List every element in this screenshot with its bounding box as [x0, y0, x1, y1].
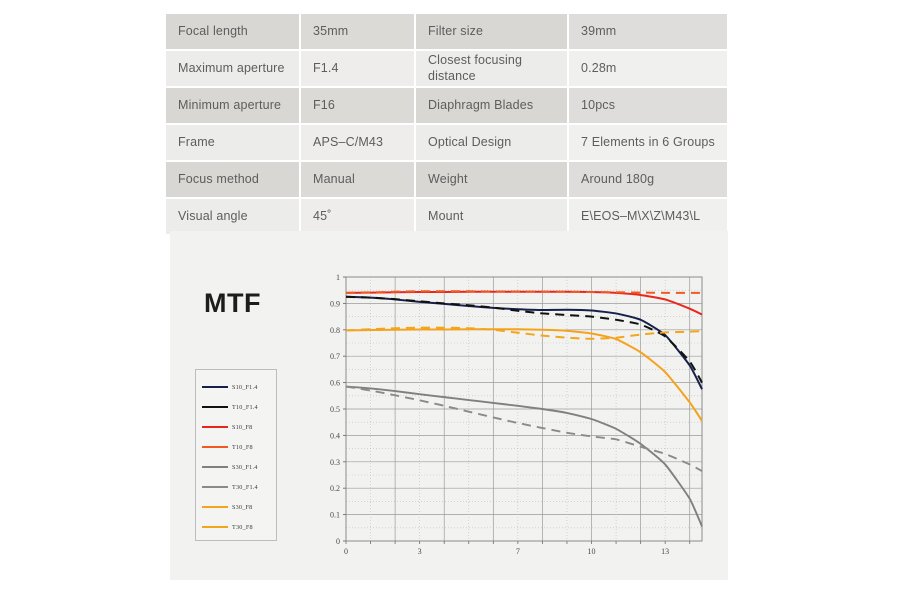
legend-item: S30_F8: [196, 497, 276, 517]
legend-swatch-s10-f1-4: [202, 386, 228, 388]
y-axis-tick-label: 0.7: [330, 352, 340, 361]
spec-value: 0.28m: [568, 50, 727, 87]
spec-label: Focus method: [166, 161, 301, 198]
y-axis-tick-label: 0.3: [330, 458, 340, 467]
y-axis-tick-label: 0.9: [330, 299, 340, 308]
spec-label: Closest focusing distance: [415, 50, 569, 87]
legend-item: T10_F1.4: [196, 397, 276, 417]
table-row: Minimum aperture F16 Diaphragm Blades 10…: [166, 87, 727, 124]
table-row: Frame APS–C/M43 Optical Design 7 Element…: [166, 124, 727, 161]
legend-label: S10_F8: [232, 423, 253, 431]
spec-label: Frame: [166, 124, 301, 161]
x-axis-tick-label: 0: [344, 547, 348, 556]
legend-swatch-t10-f8: [202, 446, 228, 448]
spec-label: Maximum aperture: [166, 50, 301, 87]
spec-value: F1.4: [300, 50, 416, 87]
legend-label: S30_F8: [232, 503, 253, 511]
y-axis-tick-label: 0.2: [330, 484, 340, 493]
legend-item: T30_F1.4: [196, 477, 276, 497]
legend-item: S30_F1.4: [196, 457, 276, 477]
legend-label: T10_F8: [232, 443, 253, 451]
y-axis-tick-label: 0.5: [330, 405, 340, 414]
mtf-chart-panel: MTF S10_F1.4 T10_F1.4 S10_F8 T10_F8 S30_F1.4…: [170, 231, 728, 580]
spec-value: 45˚: [300, 198, 416, 234]
y-axis-tick-label: 0.6: [330, 379, 340, 388]
spec-label: Focal length: [166, 14, 301, 50]
legend-item: T10_F8: [196, 437, 276, 457]
legend-label: S10_F1.4: [232, 383, 258, 391]
legend-swatch-t30-f8: [202, 526, 228, 528]
y-axis-tick-label: 0.8: [330, 326, 340, 335]
legend-swatch-t30-f1-4: [202, 486, 228, 488]
spec-label: Minimum aperture: [166, 87, 301, 124]
x-axis-tick-label: 7: [516, 547, 520, 556]
legend-label: T30_F8: [232, 523, 253, 531]
table-row: Maximum aperture F1.4 Closest focusing d…: [166, 50, 727, 87]
spec-label: Weight: [415, 161, 569, 198]
specification-table: Focal length 35mm Filter size 39mm Maxim…: [166, 14, 727, 234]
x-axis-tick-label: 10: [588, 547, 596, 556]
table-row: Visual angle 45˚ Mount E\EOS–M\X\Z\M43\L: [166, 198, 727, 234]
table-row: Focus method Manual Weight Around 180g: [166, 161, 727, 198]
legend-swatch-s30-f1-4: [202, 466, 228, 468]
legend-item: S10_F8: [196, 417, 276, 437]
legend-label: T10_F1.4: [232, 403, 258, 411]
y-axis-tick-label: 0.1: [330, 511, 340, 520]
y-axis-tick-label: 0: [336, 537, 340, 546]
spec-label: Optical Design: [415, 124, 569, 161]
mtf-line-chart: 00.10.20.30.40.50.60.70.80.910 3 7 10 13: [330, 273, 703, 556]
legend-label: S30_F1.4: [232, 463, 258, 471]
legend-swatch-s10-f8: [202, 426, 228, 428]
spec-value: 10pcs: [568, 87, 727, 124]
table-row: Focal length 35mm Filter size 39mm: [166, 14, 727, 50]
spec-value: Manual: [300, 161, 416, 198]
spec-value: 7 Elements in 6 Groups: [568, 124, 727, 161]
spec-value: 35mm: [300, 14, 416, 50]
spec-label: Diaphragm Blades: [415, 87, 569, 124]
spec-label: Mount: [415, 198, 569, 234]
legend-item: T30_F8: [196, 517, 276, 537]
x-axis-tick-label: 3: [418, 547, 422, 556]
spec-value: APS–C/M43: [300, 124, 416, 161]
chart-legend: S10_F1.4 T10_F1.4 S10_F8 T10_F8 S30_F1.4 T30_…: [195, 369, 277, 541]
mtf-plot-area: 0 0.1 0.2 0.3 0.4 0.5 0.6 0.7 0.8 0.9 1 0 3 7 10 13: [310, 267, 710, 567]
legend-swatch-t10-f1-4: [202, 406, 228, 408]
spec-label: Filter size: [415, 14, 569, 50]
spec-value: E\EOS–M\X\Z\M43\L: [568, 198, 727, 234]
y-axis-tick-label: 1: [336, 273, 340, 282]
legend-item: S10_F1.4: [196, 377, 276, 397]
mtf-title: MTF: [204, 288, 261, 318]
y-axis-tick-label: 0.4: [330, 431, 340, 440]
legend-swatch-s30-f8: [202, 506, 228, 508]
spec-value: 39mm: [568, 14, 727, 50]
legend-label: T30_F1.4: [232, 483, 258, 491]
x-axis-tick-label: 13: [661, 547, 669, 556]
spec-value: F16: [300, 87, 416, 124]
spec-label: Visual angle: [166, 198, 301, 234]
spec-value: Around 180g: [568, 161, 727, 198]
spec-table-body: Focal length 35mm Filter size 39mm Maxim…: [166, 14, 727, 234]
